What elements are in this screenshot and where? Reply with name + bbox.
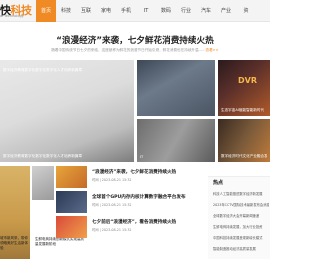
hot-item[interactable]: 生鲜电商持续发展，加大行业投资: [213, 224, 269, 235]
list-item-title[interactable]: 七夕前后“浪漫经济”，看各消费持续火热: [92, 219, 176, 225]
headline-summary: 随着中国传统节日七夕的来临，这座被称为鲜花的浪漫节日开始引燃，鲜花消费也在持续升…: [0, 48, 270, 53]
site-logo[interactable]: 快科技 ai Technology: [0, 2, 34, 20]
feature-2-graphic: DVR: [238, 76, 257, 85]
hot-item[interactable]: 智能制造推动经济高质量发展: [213, 246, 269, 257]
headline-title[interactable]: “浪漫经济”来袭，七夕鲜花消费持续火热: [0, 34, 270, 46]
hot-title: 热点: [213, 180, 224, 186]
list-item[interactable]: “浪漫经济”来袭，七夕鲜花消费持续火热 时间 | 2023-08-21 15:3…: [56, 166, 206, 190]
feature-image-4[interactable]: 数字经济时代文化产业融合发展: [218, 119, 270, 162]
nav-menu: 首页 科技 互联 家电 手机 IT 数码 行业 汽车 产业 资: [36, 0, 256, 22]
nav-item-it[interactable]: IT: [136, 0, 156, 22]
list-item-title[interactable]: “浪漫经济”来袭，七夕鲜花消费持续火热: [92, 169, 176, 175]
hot-item[interactable]: 中国科技持续发展呈现新增长模式: [213, 235, 269, 246]
feature-image-1[interactable]: [137, 60, 215, 116]
hot-item[interactable]: 科技人工智能推进数字经济新发展: [213, 191, 269, 202]
hot-item[interactable]: 2023年CCTV国际技术最新发布会消息: [213, 202, 269, 213]
hot-list: 科技人工智能推进数字经济新发展 2023年CCTV国际技术最新发布会消息 全球数…: [213, 191, 269, 257]
summary-text: 随着中国传统节日七夕的来临，这座被称为鲜花的浪漫节日开始引燃，鲜花消费也在持续升…: [51, 48, 206, 52]
top-nav: 快科技 ai Technology 首页 科技 互联 家电 手机 IT 数码 行…: [0, 0, 270, 22]
feature-4-caption[interactable]: 数字经济时代文化产业融合发展: [221, 154, 267, 159]
list-item-title[interactable]: 全球首个GPU内存内核计算数字融合平台发布: [92, 194, 186, 200]
feature-3-caption[interactable]: IT: [140, 155, 212, 159]
list-item[interactable]: 全球首个GPU内存内核计算数字融合平台发布 时间 | 2023-08-21 15…: [56, 191, 206, 215]
nav-item-industry[interactable]: 行业: [176, 0, 196, 22]
list-item-thumbnail[interactable]: [56, 191, 87, 213]
feature-main-top-caption: 数字经济教育数字化数字化数字化人才培养新篇章: [3, 68, 83, 72]
list-item-thumbnail[interactable]: [56, 166, 87, 188]
nav-item-sector[interactable]: 产业: [216, 0, 236, 22]
nav-item-tech[interactable]: 科技: [56, 0, 76, 22]
list-item-meta: 时间 | 2023-08-21 15:32: [92, 178, 132, 182]
feature-image-3[interactable]: IT: [137, 119, 215, 162]
feature-main-image[interactable]: 数字经济教育数字化数字化数字化人才培养新篇章 数字经济教育数字化数字化数字化人才…: [0, 60, 134, 162]
nav-item-digital[interactable]: 数码: [156, 0, 176, 22]
nav-item-phone[interactable]: 手机: [116, 0, 136, 22]
list-item-meta: 时间 | 2023-08-21 15:32: [92, 228, 132, 232]
feature-main-caption[interactable]: 数字经济教育数字化数字化数字化人才培养新篇章: [3, 154, 131, 159]
logo-subtitle: ai Technology: [0, 14, 24, 18]
nav-item-internet[interactable]: 互联: [76, 0, 96, 22]
feature-2-caption[interactable]: 生态宇宙AI赋能智能新时代: [221, 108, 267, 113]
list-item[interactable]: 七夕前后“浪漫经济”，看各消费持续火热 时间 | 2023-08-21 15:3…: [56, 216, 206, 240]
nav-item-auto[interactable]: 汽车: [196, 0, 216, 22]
list-item-thumbnail[interactable]: [56, 216, 87, 238]
hot-panel: 热点 科技人工智能推进数字经济新发展 2023年CCTV国际技术最新发布会消息 …: [208, 176, 270, 259]
nav-item-finance[interactable]: 资: [236, 0, 256, 22]
nav-item-appliance[interactable]: 家电: [96, 0, 116, 22]
article-list: “浪漫经济”来袭，七夕鲜花消费持续火热 时间 | 2023-08-21 15:3…: [56, 166, 206, 259]
side-caption[interactable]: 城市新风采，带你领略美好生活新体验: [0, 236, 31, 251]
list-item-meta: 时间 | 2023-08-21 15:32: [92, 203, 132, 207]
mid-thumbnail[interactable]: [32, 166, 54, 200]
nav-item-home[interactable]: 首页: [36, 0, 56, 22]
read-more-link[interactable]: 查看>>: [205, 48, 218, 52]
feature-image-2[interactable]: DVR 生态宇宙AI赋能智能新时代: [218, 60, 270, 116]
hot-item[interactable]: 全球数字经济大会开幕新闻速递: [213, 213, 269, 224]
